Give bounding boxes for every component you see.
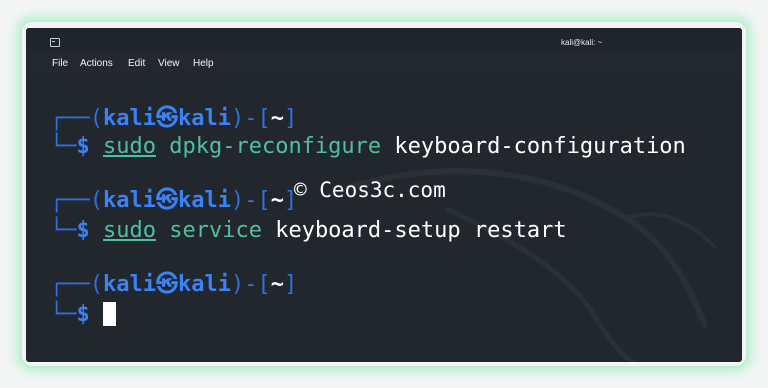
text-cursor[interactable] — [103, 302, 116, 326]
title-bar: kali@kali: ~ — [26, 28, 742, 50]
menu-bar: File Actions Edit View Help — [26, 50, 742, 78]
window-title: kali@kali: ~ — [561, 38, 603, 47]
command-program: service — [169, 218, 262, 243]
command-argument: keyboard-setup restart — [275, 218, 567, 243]
terminal-output[interactable]: ┌──(kali㉿kali)-[~] └─$ sudo dpkg-reconfi… — [26, 78, 742, 362]
prompt-bracket-end: ] — [283, 106, 298, 131]
prompt-dollar: $ — [76, 302, 90, 327]
prompt-user: kali — [102, 272, 156, 297]
prompt-separator: )-[ — [230, 272, 271, 297]
prompt-header: ┌──(kali㉿kali)-[~] — [50, 186, 297, 216]
prompt-directory: ~ — [270, 106, 284, 131]
prompt-dollar: $ — [76, 218, 90, 243]
menu-edit[interactable]: Edit — [128, 58, 145, 69]
prompt-bracket-end: ] — [283, 272, 298, 297]
prompt-box-bottom: └─ — [50, 302, 77, 327]
prompt-directory: ~ — [270, 188, 284, 213]
prompt-box-bottom: └─ — [50, 134, 77, 159]
prompt-host: kali — [177, 272, 231, 297]
menu-view[interactable]: View — [158, 58, 180, 69]
terminal-app-icon — [50, 38, 60, 47]
command-argument: keyboard-configuration — [394, 134, 686, 159]
prompt-header: ┌──(kali㉿kali)-[~] — [50, 270, 297, 300]
kali-skull-icon: ㉿ — [155, 188, 178, 213]
prompt-dollar: $ — [76, 134, 90, 159]
prompt-separator: )-[ — [230, 188, 271, 213]
prompt-box-bottom: └─ — [50, 218, 77, 243]
watermark-text: © Ceos3c.com — [294, 178, 446, 202]
command-line: └─$ sudo dpkg-reconfigure keyboard-confi… — [50, 132, 686, 162]
prompt-host: kali — [177, 106, 231, 131]
kali-skull-icon: ㉿ — [155, 272, 178, 297]
prompt-user: kali — [102, 106, 156, 131]
prompt-header: ┌──(kali㉿kali)-[~] — [50, 104, 297, 134]
menu-help[interactable]: Help — [193, 58, 214, 69]
command-sudo: sudo — [103, 218, 156, 243]
command-sudo: sudo — [103, 134, 156, 159]
prompt-host: kali — [177, 188, 231, 213]
prompt-user: kali — [102, 188, 156, 213]
prompt-box-top: ┌──( — [50, 188, 103, 213]
prompt-box-top: ┌──( — [50, 272, 103, 297]
terminal-window: kali@kali: ~ File Actions Edit View Help… — [26, 28, 742, 362]
command-program: dpkg-reconfigure — [169, 134, 382, 159]
command-line: └─$ — [50, 300, 116, 330]
command-line: └─$ sudo service keyboard-setup restart — [50, 216, 567, 246]
prompt-box-top: ┌──( — [50, 106, 103, 131]
prompt-directory: ~ — [270, 272, 284, 297]
kali-skull-icon: ㉿ — [155, 106, 178, 131]
menu-actions[interactable]: Actions — [80, 58, 113, 69]
prompt-separator: )-[ — [230, 106, 271, 131]
menu-file[interactable]: File — [52, 58, 68, 69]
